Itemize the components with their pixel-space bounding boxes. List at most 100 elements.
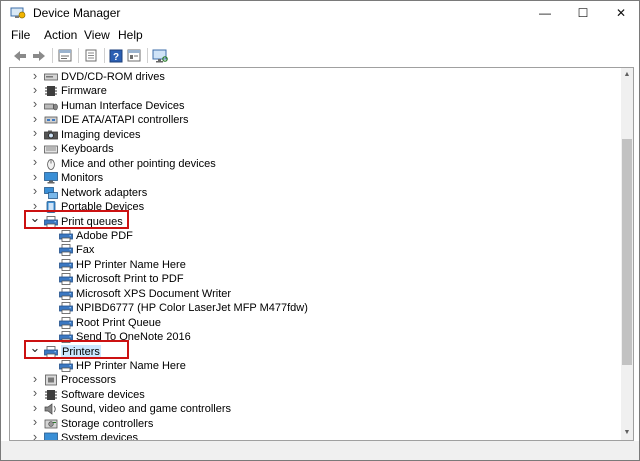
forward-button[interactable] — [30, 47, 48, 64]
printer-icon — [59, 302, 73, 315]
tree-category[interactable]: › Monitors — [10, 169, 614, 185]
menu-help[interactable]: Help — [118, 28, 143, 42]
tree-category[interactable]: › Imaging devices — [10, 125, 614, 142]
tree-category[interactable]: › Keyboards — [10, 140, 614, 156]
tree-item-label: Root Print Queue — [76, 316, 161, 329]
chevron-right-icon[interactable]: › — [30, 385, 40, 400]
tree-device[interactable]: Adobe PDF — [10, 229, 614, 243]
tree-category[interactable]: › Processors — [10, 371, 614, 387]
vertical-scrollbar[interactable]: ▲ ▼ — [621, 68, 633, 440]
svg-text:?: ? — [113, 52, 119, 63]
properties-icon — [58, 49, 72, 62]
chevron-right-icon[interactable]: › — [30, 140, 40, 155]
tree-device[interactable]: Root Print Queue — [10, 316, 614, 330]
back-button[interactable] — [11, 47, 29, 64]
details-button[interactable] — [125, 47, 143, 64]
scan-hardware-button[interactable] — [151, 47, 169, 64]
menu-view[interactable]: View — [84, 28, 110, 42]
back-arrow-icon — [14, 50, 26, 61]
printer-icon — [59, 273, 73, 286]
mouse-icon — [44, 158, 58, 170]
system-device-icon — [44, 432, 58, 440]
chevron-right-icon[interactable]: › — [30, 400, 40, 415]
tree-item-label: Processors — [61, 374, 117, 387]
chevron-right-icon[interactable]: › — [30, 68, 40, 83]
tree-device[interactable]: Microsoft XPS Document Writer — [10, 287, 614, 301]
status-bar — [1, 441, 639, 460]
tree-category[interactable]: › System devices — [10, 429, 614, 441]
tree-category[interactable]: › Human Interface Devices — [10, 96, 614, 113]
tree-device[interactable]: HP Printer Name Here — [10, 359, 614, 373]
imaging-device-icon — [44, 129, 58, 141]
firmware-icon — [44, 85, 58, 97]
storage-controller-icon — [44, 418, 58, 430]
close-button[interactable]: ✕ — [601, 1, 639, 25]
chevron-right-icon[interactable]: › — [30, 154, 40, 169]
device-tree[interactable]: › DVD/CD-ROM drives › Firmware › Human Interf… — [9, 67, 634, 441]
highlight-printers — [24, 340, 129, 359]
title-bar[interactable]: Device Manager — ☐ ✕ — [1, 1, 639, 25]
chevron-right-icon[interactable]: › — [30, 169, 40, 184]
properties-button[interactable] — [56, 47, 74, 64]
tree-item-label: Sound, video and game controllers — [61, 403, 231, 416]
tree-category[interactable]: › DVD/CD-ROM drives — [10, 68, 614, 84]
tree-device[interactable]: HP Printer Name Here — [10, 258, 614, 272]
tree-item-label: Human Interface Devices — [61, 99, 185, 112]
sound-icon — [44, 403, 58, 416]
menu-file[interactable]: File — [11, 28, 30, 42]
printer-icon — [59, 287, 73, 300]
device-manager-window: Device Manager — ☐ ✕ File Action View He… — [0, 0, 640, 461]
chevron-right-icon[interactable]: › — [30, 125, 40, 140]
menu-action[interactable]: Action — [44, 28, 77, 42]
forward-arrow-icon — [33, 50, 45, 61]
tree-category[interactable]: › Software devices — [10, 385, 614, 402]
minimize-button[interactable]: — — [525, 1, 565, 25]
chevron-right-icon[interactable]: › — [30, 371, 40, 386]
tree-category[interactable]: › Storage controllers — [10, 414, 614, 431]
tree-item-label: System devices — [61, 432, 139, 441]
help-icon: ? — [109, 49, 123, 63]
tree-device[interactable]: Fax — [10, 243, 614, 257]
printer-icon — [59, 244, 73, 257]
tree-category[interactable]: › IDE ATA/ATAPI controllers — [10, 111, 614, 127]
tree-item-label: Monitors — [61, 172, 104, 185]
scroll-up-arrow-icon[interactable]: ▲ — [621, 68, 633, 80]
chevron-right-icon[interactable]: › — [30, 414, 40, 429]
chevron-right-icon[interactable]: › — [30, 183, 40, 198]
tree-category[interactable]: › Mice and other pointing devices — [10, 154, 614, 171]
menu-bar: File Action View Help — [1, 25, 639, 45]
tree-item-label: Storage controllers — [61, 417, 154, 430]
tree-item-label: Imaging devices — [61, 128, 141, 141]
tree-device[interactable]: Microsoft Print to PDF — [10, 272, 614, 286]
printer-icon — [59, 360, 73, 372]
hid-icon — [44, 100, 58, 112]
show-hidden-button[interactable] — [82, 47, 100, 64]
tree-item-label: DVD/CD-ROM drives — [61, 71, 165, 83]
scroll-down-arrow-icon[interactable]: ▼ — [621, 426, 633, 438]
tree-item-label: Microsoft XPS Document Writer — [76, 287, 232, 300]
help-button[interactable]: ? — [107, 47, 125, 64]
tree-category[interactable]: › Firmware — [10, 82, 614, 98]
scrollbar-thumb[interactable] — [622, 139, 632, 365]
tree-category[interactable]: › Sound, video and game controllers — [10, 400, 614, 416]
tree-item-label: Fax — [76, 244, 95, 257]
tree-item-label: Mice and other pointing devices — [61, 157, 216, 170]
chevron-right-icon[interactable]: › — [30, 82, 40, 97]
monitor-icon — [44, 172, 58, 184]
chevron-right-icon[interactable]: › — [30, 96, 40, 111]
printer-icon — [59, 230, 73, 242]
chevron-right-icon[interactable]: › — [30, 429, 40, 440]
tree-item-label: HP Printer Name Here — [76, 258, 186, 271]
tree-category[interactable]: › Network adapters — [10, 183, 614, 200]
tree-device[interactable]: NPIBD6777 (HP Color LaserJet MFP M477fdw… — [10, 301, 614, 315]
chevron-right-icon[interactable]: › — [30, 111, 40, 126]
printer-icon — [59, 258, 73, 271]
toolbar-separator — [52, 48, 53, 63]
toolbar: ? — [1, 45, 639, 67]
toolbar-separator — [78, 48, 79, 63]
maximize-button[interactable]: ☐ — [563, 1, 603, 25]
tree-item-label: Network adapters — [61, 186, 148, 199]
toolbar-separator — [104, 48, 105, 63]
details-view-icon — [127, 49, 141, 62]
software-device-icon — [44, 389, 58, 401]
